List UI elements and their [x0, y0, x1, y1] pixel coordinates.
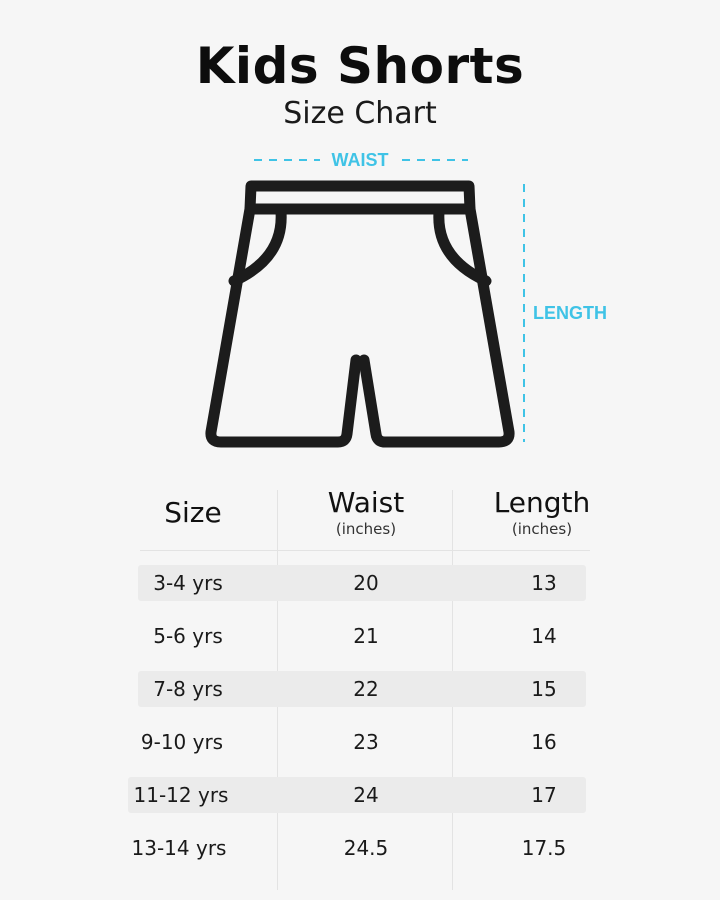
waist-label: WAIST: [332, 150, 389, 170]
length-cell: 14: [531, 624, 557, 648]
length-header: Length (inches): [471, 486, 613, 538]
table-row: 13-14 yrs 24.5 17.5: [126, 830, 586, 866]
table-row: 3-4 yrs 20 13: [138, 565, 586, 601]
size-cell: 11-12 yrs: [133, 783, 229, 807]
waist-cell: 24.5: [343, 836, 389, 860]
shorts-icon: [205, 180, 515, 448]
shorts-body-outline-left: [205, 203, 362, 448]
waistband-outline: [244, 180, 476, 215]
waist-header-label: Waist: [327, 486, 405, 519]
table-row: 5-6 yrs 21 14: [138, 618, 586, 654]
length-header-label: Length: [493, 486, 591, 519]
waist-cell: 24: [353, 783, 379, 807]
table-row: 11-12 yrs 24 17: [128, 777, 586, 813]
size-cell: 5-6 yrs: [153, 624, 223, 648]
waist-cell: 20: [353, 571, 379, 595]
table-row: 9-10 yrs 23 16: [130, 724, 586, 760]
length-cell: 16: [531, 730, 557, 754]
waist-header-unit: (inches): [335, 520, 397, 538]
size-cell: 3-4 yrs: [153, 571, 223, 595]
page-subtitle: Size Chart: [283, 96, 437, 131]
table-row: 7-8 yrs 22 15: [138, 671, 586, 707]
length-cell: 17: [531, 783, 557, 807]
length-cell: 13: [531, 571, 557, 595]
length-cell: 15: [531, 677, 557, 701]
size-cell: 7-8 yrs: [153, 677, 223, 701]
length-cell: 17.5: [521, 836, 567, 860]
size-cell: 13-14 yrs: [131, 836, 227, 860]
waist-cell: 22: [353, 677, 379, 701]
waist-header: Waist (inches): [296, 486, 436, 538]
size-header-label: Size: [164, 496, 222, 529]
page-title: Kids Shorts: [195, 37, 525, 95]
size-cell: 9-10 yrs: [140, 730, 224, 754]
shorts-illustration: WAIST LENGTH: [205, 150, 607, 448]
size-chart-table: Size Waist (inches) Length (inches) 3-4 …: [0, 470, 720, 890]
size-header: Size: [133, 496, 253, 530]
length-header-unit: (inches): [511, 520, 573, 538]
length-label: LENGTH: [533, 303, 607, 323]
shorts-body-outline-right: [358, 203, 515, 448]
waist-cell: 21: [353, 624, 379, 648]
header-divider: [140, 550, 590, 551]
waist-cell: 23: [353, 730, 379, 754]
